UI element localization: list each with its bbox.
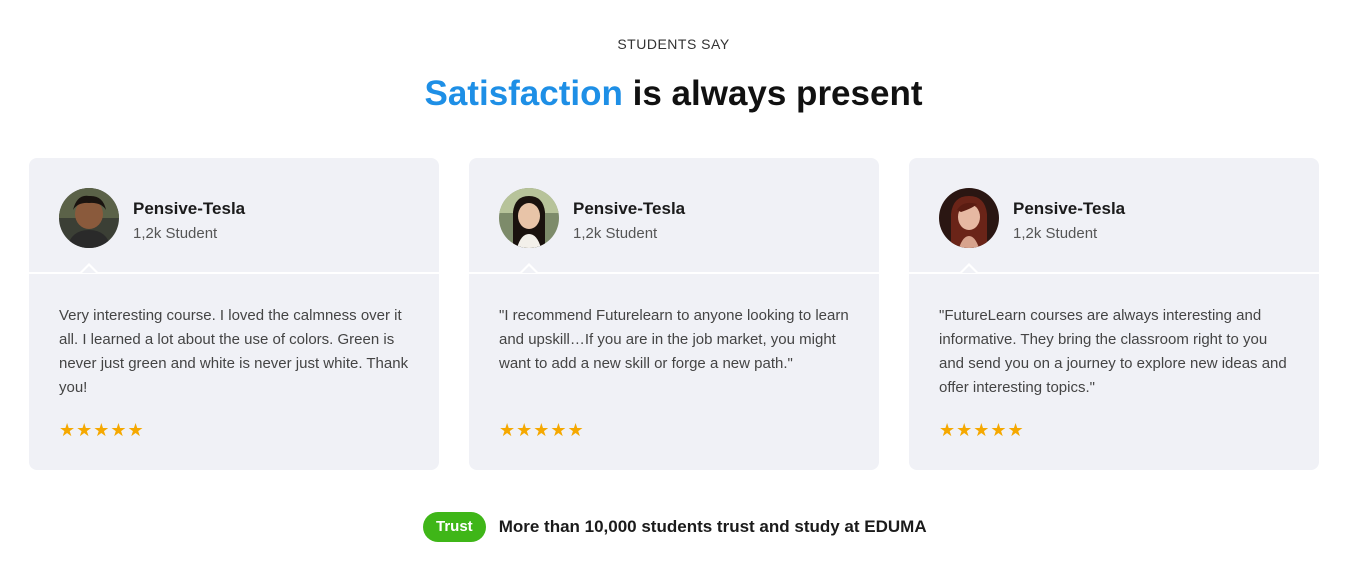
trust-text: More than 10,000 students trust and stud… [498, 517, 927, 536]
student-name: Pensive-Tesla [573, 199, 686, 218]
star-rating: ★★★★★ [499, 420, 585, 440]
section-heading: Satisfaction is always present [0, 74, 1347, 114]
heading-accent: Satisfaction [424, 74, 623, 113]
student-count: 1,2k Student [1013, 225, 1098, 242]
card-header: Pensive-Tesla 1,2k Student [29, 158, 439, 274]
star-rating: ★★★★★ [939, 420, 1025, 440]
student-count: 1,2k Student [133, 225, 218, 242]
testimonial-quote: "I recommend Futurelearn to anyone looki… [499, 307, 849, 372]
speech-notch-fill [82, 266, 96, 273]
avatar [939, 188, 999, 248]
testimonial-card: Pensive-Tesla 1,2k Student "FutureLearn … [909, 158, 1319, 470]
trust-badge: Trust [423, 512, 486, 542]
section-eyebrow: STUDENTS SAY [617, 36, 730, 52]
card-header: Pensive-Tesla 1,2k Student [469, 158, 879, 274]
student-name: Pensive-Tesla [133, 199, 246, 218]
avatar-photo-icon [499, 188, 559, 248]
testimonial-card: Pensive-Tesla 1,2k Student Very interest… [29, 158, 439, 470]
testimonial-card: Pensive-Tesla 1,2k Student "I recommend … [469, 158, 879, 470]
testimonials-section: STUDENTS SAY Satisfaction is always pres… [0, 0, 1347, 567]
avatar [59, 188, 119, 248]
trust-row: Trust More than 10,000 students trust and… [423, 512, 927, 542]
testimonial-cards: Pensive-Tesla 1,2k Student Very interest… [29, 158, 1319, 470]
star-rating: ★★★★★ [59, 420, 145, 440]
avatar [499, 188, 559, 248]
avatar-photo-icon [939, 188, 999, 248]
speech-notch-fill [522, 266, 536, 273]
card-header: Pensive-Tesla 1,2k Student [909, 158, 1319, 274]
testimonial-quote: Very interesting course. I loved the cal… [59, 307, 409, 396]
testimonial-quote: "FutureLearn courses are always interest… [939, 307, 1287, 396]
heading-rest: is always present [622, 74, 923, 113]
student-count: 1,2k Student [573, 225, 658, 242]
avatar-photo-icon [59, 188, 119, 248]
student-name: Pensive-Tesla [1013, 199, 1126, 218]
speech-notch-fill [962, 266, 976, 273]
